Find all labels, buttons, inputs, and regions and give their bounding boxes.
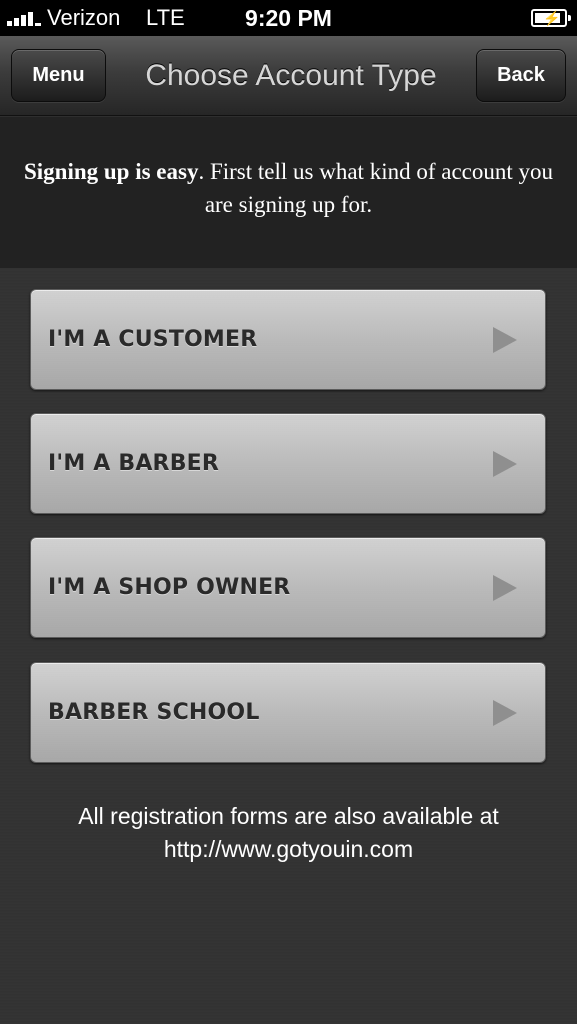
battery-icon: ⚡ [531,9,571,27]
option-barber[interactable]: I'M A BARBER [30,413,546,514]
chevron-right-icon [493,700,517,726]
intro-bold-text: Signing up is easy [23,159,199,184]
option-customer[interactable]: I'M A CUSTOMER [30,289,546,390]
intro-text: Signing up is easy. First tell us what k… [0,117,577,268]
account-type-list: I'M A CUSTOMER I'M A BARBER I'M A SHOP O… [0,268,577,1024]
chevron-right-icon [493,327,517,353]
option-label: I'M A BARBER [48,451,220,476]
registration-note-text: All registration forms are also availabl… [78,803,499,829]
status-time: 9:20 PM [245,5,332,31]
navigation-bar: Menu Choose Account Type Back [0,36,577,116]
option-label: I'M A CUSTOMER [48,327,258,352]
status-bar: Verizon LTE 9:20 PM ⚡ [0,0,577,36]
registration-note: All registration forms are also availabl… [0,800,577,866]
option-label: BARBER SCHOOL [48,700,260,725]
intro-rest-text: . First tell us what kind of account you… [198,159,554,217]
website-link[interactable]: http://www.gotyouin.com [0,833,577,866]
chevron-right-icon [493,575,517,601]
chevron-right-icon [493,451,517,477]
option-label: I'M A SHOP OWNER [48,575,291,600]
back-button[interactable]: Back [476,49,566,102]
option-barber-school[interactable]: BARBER SCHOOL [30,662,546,763]
page-title: Choose Account Type [145,59,437,92]
option-shop-owner[interactable]: I'M A SHOP OWNER [30,537,546,638]
menu-button[interactable]: Menu [11,49,106,102]
charging-bolt-icon: ⚡ [543,10,561,26]
